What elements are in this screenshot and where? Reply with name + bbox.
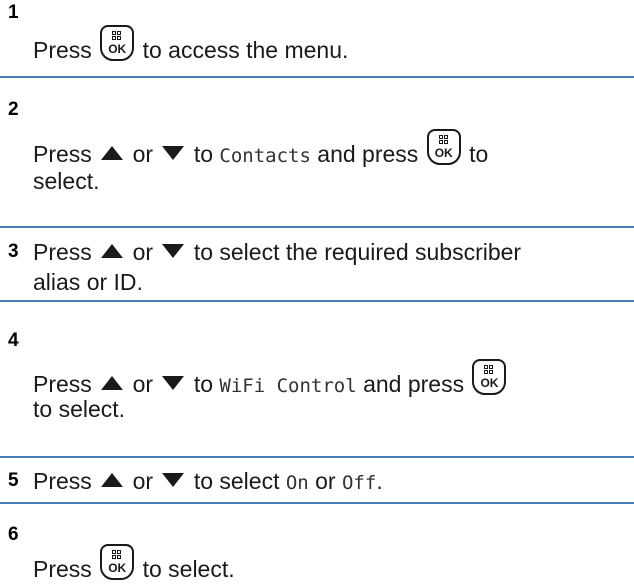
- ok-menu-key-icon: OK: [426, 129, 461, 165]
- step-number: 5: [8, 470, 19, 491]
- step-instruction-line2: to select.: [33, 392, 634, 426]
- instruction-text: Press: [33, 468, 92, 494]
- instruction-text: Press: [33, 239, 92, 265]
- instruction-text: select.: [33, 168, 100, 194]
- divider: [0, 300, 634, 302]
- step-instruction-line2: alias or ID.: [33, 265, 634, 299]
- step-instruction: Press OK to select.: [33, 544, 634, 586]
- instruction-text: or: [132, 468, 154, 494]
- option-off: Off: [341, 472, 377, 494]
- step-number: 1: [8, 2, 19, 23]
- instruction-text: to select: [193, 468, 280, 494]
- instruction-text: to select.: [33, 396, 126, 422]
- instruction-text: Press: [33, 556, 92, 582]
- down-arrow-icon: [162, 146, 185, 160]
- instruction-text: Press: [33, 37, 92, 63]
- step-number: 4: [8, 330, 19, 351]
- ok-menu-key-icon: OK: [472, 359, 507, 395]
- divider: [0, 502, 634, 504]
- step-number: 3: [8, 241, 19, 262]
- option-on: On: [285, 472, 309, 494]
- up-arrow-icon: [101, 376, 124, 390]
- step-instruction: Press OK to access the menu.: [33, 25, 634, 67]
- down-arrow-icon: [162, 473, 185, 487]
- step-instruction-line2: select.: [33, 164, 634, 198]
- ok-menu-key-icon: OK: [100, 544, 135, 580]
- instruction-text: or: [315, 468, 336, 494]
- instruction-text: to select.: [142, 556, 235, 582]
- divider: [0, 226, 634, 228]
- instruction-text: to access the menu.: [142, 37, 349, 63]
- ok-menu-key-icon: OK: [100, 25, 135, 61]
- instruction-text: .: [376, 468, 383, 494]
- instruction-text: alias or ID.: [33, 269, 143, 295]
- divider: [0, 456, 634, 458]
- up-arrow-icon: [101, 473, 124, 487]
- up-arrow-icon: [101, 146, 124, 160]
- down-arrow-icon: [162, 244, 185, 258]
- step-number: 6: [8, 524, 19, 545]
- step-instruction: Press or to select On or Off.: [33, 464, 634, 500]
- down-arrow-icon: [162, 376, 185, 390]
- divider: [0, 76, 634, 78]
- step-number: 2: [8, 99, 19, 120]
- instruction-text: to select the required subscriber: [193, 239, 522, 265]
- up-arrow-icon: [101, 244, 124, 258]
- step-instruction: Press or to select the required subscrib…: [33, 235, 634, 269]
- instruction-text: or: [132, 239, 154, 265]
